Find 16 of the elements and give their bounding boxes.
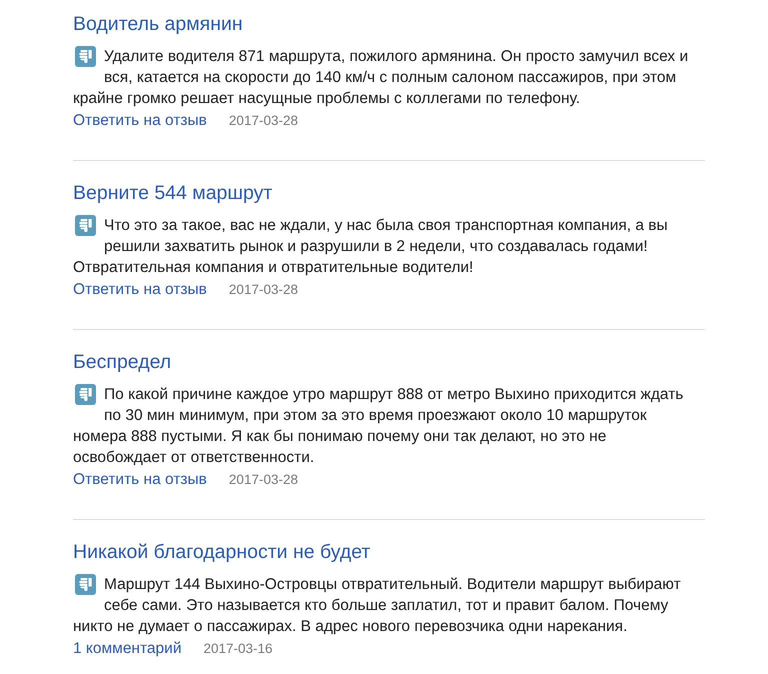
review-title[interactable]: Никакой благодарности не будет — [73, 540, 370, 564]
review-link[interactable]: Ответить на отзыв — [73, 111, 207, 131]
review-date: 2017-03-28 — [228, 281, 298, 299]
review-link[interactable]: Ответить на отзыв — [73, 280, 207, 300]
review-date: 2017-03-28 — [228, 471, 298, 489]
review-link[interactable]: 1 комментарий — [73, 639, 182, 659]
review-text: Что это за такое, вас не ждали, у нас была своя транспортная компания, а вы решили захватить рынок и разрушили в 2 недели, что создавалась годами! Отвратительная компания и отвратительные водители! — [73, 216, 669, 278]
review-date: 2017-03-16 — [203, 640, 273, 658]
review-title[interactable]: Водитель армянин — [73, 12, 243, 36]
review-text: Удалите водителя 871 маршрута, пожилого армянина. Он просто замучил всех и вся, катается на скорости до 140 км/ч с полным салоном пассажиров, при этом крайне громко решает насущные проблемы с коллегами по телефону. — [73, 47, 690, 109]
review-title[interactable]: Верните 544 маршрут — [73, 181, 272, 205]
review-title[interactable]: Беспредел — [73, 350, 172, 374]
review-link[interactable]: Ответить на отзыв — [73, 470, 207, 490]
review-text: По какой причине каждое утро маршрут 888 от метро Выхино приходится ждать по 30 мин минимум, при этом за это время проезжают около 10 маршруток номера 888 пустыми. Я как бы понимаю почему они так делают, но это не освобождает от ответственности. — [73, 385, 684, 468]
review-text: Маршрут 144 Выхино-Островцы отвратительный. Водители маршрут выбирают себе сами. Это называется кто больше заплатил, тот и правит балом. Почему никто не думает о пассажирах. В адрес нового перевозчика одни нарекания. — [73, 575, 682, 637]
review-date: 2017-03-28 — [228, 112, 298, 130]
